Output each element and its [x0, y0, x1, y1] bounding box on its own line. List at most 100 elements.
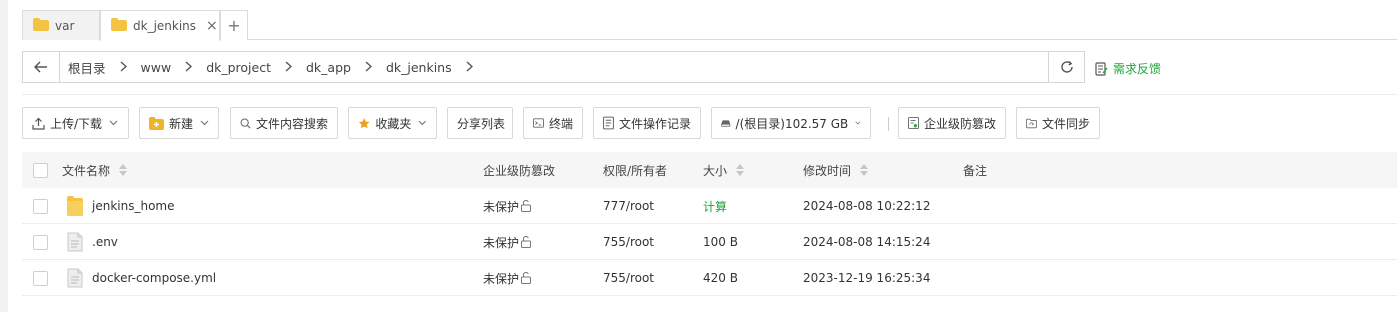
row-checkbox[interactable]: [33, 260, 48, 296]
header-label: 文件名称: [62, 163, 111, 178]
back-button[interactable]: [23, 52, 60, 82]
chevron-right-icon: [185, 60, 193, 75]
header-size[interactable]: 大小: [703, 152, 745, 188]
refresh-button[interactable]: [1048, 52, 1084, 82]
breadcrumb-item[interactable]: dk_jenkins: [386, 60, 452, 75]
table-row[interactable]: .env 未保护 755/root 100 B 2024-08-08 14:15…: [22, 224, 1397, 260]
table-row[interactable]: jenkins_home 未保护 777/root 计算 2024-08-08 …: [22, 188, 1397, 224]
add-tab-button[interactable]: +: [220, 10, 248, 40]
close-tab-icon[interactable]: ×: [206, 18, 218, 34]
chevron-down-icon: [200, 120, 209, 126]
modified-time: 2024-08-08 10:22:12: [803, 199, 931, 213]
shield-doc-icon: [908, 117, 919, 129]
edit-note-icon: [1095, 61, 1108, 76]
unlock-icon: [521, 272, 532, 284]
toolbar-divider: [888, 117, 889, 131]
header-tamper: 企业级防篡改: [483, 152, 555, 188]
header-modified[interactable]: 修改时间: [803, 152, 869, 188]
header-label: 备注: [963, 163, 988, 178]
log-icon: [603, 116, 614, 130]
breadcrumb: 根目录 www dk_project dk_app dk_jenkins: [60, 58, 1048, 77]
chevron-right-icon: [285, 60, 293, 75]
refresh-icon: [1060, 60, 1073, 73]
select-all-checkbox[interactable]: [33, 152, 48, 188]
terminal-button[interactable]: 终端: [523, 107, 583, 139]
tamper-status[interactable]: 未保护: [483, 188, 532, 224]
tab-var[interactable]: var: [22, 10, 100, 40]
new-button[interactable]: 新建: [139, 107, 219, 139]
chevron-right-icon: [365, 60, 372, 75]
header-permission: 权限/所有者: [603, 152, 667, 188]
modified-time: 2023-12-19 16:25:34: [803, 271, 931, 285]
sort-icon: [119, 164, 128, 176]
file-icon: [67, 224, 83, 260]
chevron-down-icon: [418, 120, 427, 126]
breadcrumb-item[interactable]: 根目录: [68, 58, 106, 77]
chevron-right-icon: [466, 60, 473, 75]
row-checkbox[interactable]: [33, 188, 48, 224]
breadcrumb-item[interactable]: dk_project: [206, 60, 271, 75]
tab-label: var: [55, 18, 75, 33]
breadcrumb-item[interactable]: www: [141, 60, 172, 75]
button-label: 企业级防篡改: [923, 116, 996, 131]
tab-label: dk_jenkins: [133, 19, 197, 33]
star-icon: [358, 117, 370, 128]
button-label: 收藏夹: [375, 116, 412, 131]
file-size: 100 B: [703, 235, 738, 249]
terminal-icon: [533, 118, 544, 128]
unlock-icon: [521, 236, 532, 248]
button-label: 上传/下载: [50, 116, 103, 131]
permission[interactable]: 755/root: [603, 260, 654, 296]
share-list-button[interactable]: 分享列表: [447, 107, 513, 139]
file-name[interactable]: jenkins_home: [92, 188, 174, 224]
file-sync-button[interactable]: 文件同步: [1016, 107, 1100, 139]
table-header: 文件名称 企业级防篡改 权限/所有者 大小 修改时间 备注: [22, 152, 1397, 188]
sort-icon: [860, 164, 869, 176]
header-name[interactable]: 文件名称: [62, 152, 128, 188]
file-name[interactable]: docker-compose.yml: [92, 260, 216, 296]
file-name[interactable]: .env: [92, 224, 118, 260]
address-bar: 根目录 www dk_project dk_app dk_jenkins: [22, 51, 1085, 83]
table-row[interactable]: docker-compose.yml 未保护 755/root 420 B 20…: [22, 260, 1397, 296]
file-content-search-button[interactable]: 文件内容搜索: [230, 107, 338, 139]
button-label: 分享列表: [457, 116, 506, 131]
arrow-left-icon: [34, 61, 47, 73]
disk-icon: [721, 119, 731, 127]
button-label: 文件内容搜索: [255, 116, 328, 131]
favorites-button[interactable]: 收藏夹: [348, 107, 437, 139]
calculate-size-link[interactable]: 计算: [703, 188, 727, 224]
modified-time: 2024-08-08 14:15:24: [803, 235, 931, 249]
feedback-label: 需求反馈: [1113, 62, 1162, 76]
unlock-icon: [521, 200, 532, 212]
sort-icon: [736, 164, 745, 176]
permission[interactable]: 755/root: [603, 224, 654, 260]
header-label: 权限/所有者: [603, 163, 668, 178]
tab-dk-jenkins[interactable]: dk_jenkins ×: [100, 10, 220, 41]
button-label: 终端: [548, 116, 573, 131]
feedback-link[interactable]: 需求反馈: [1095, 60, 1161, 77]
button-label: 文件同步: [1041, 116, 1090, 131]
folder-icon: [33, 17, 49, 34]
folder-sync-icon: [1026, 118, 1037, 128]
button-label: 文件操作记录: [618, 116, 691, 131]
tamper-status[interactable]: 未保护: [483, 224, 532, 260]
breadcrumb-item[interactable]: dk_app: [306, 60, 351, 75]
upload-icon: [32, 117, 45, 130]
folder-icon: [66, 188, 84, 224]
button-label: /(根目录)102.57 GB: [735, 116, 849, 131]
divider: [22, 94, 1397, 95]
folder-icon: [111, 18, 127, 34]
chevron-down-icon: [109, 120, 118, 126]
tab-bar: var dk_jenkins × +: [22, 10, 1397, 41]
chevron-right-icon: [120, 60, 127, 75]
button-label: 新建: [168, 116, 193, 131]
tamper-status[interactable]: 未保护: [483, 260, 532, 296]
header-label: 修改时间: [803, 163, 852, 178]
disk-select-button[interactable]: /(根目录)102.57 GB: [711, 107, 871, 139]
permission[interactable]: 777/root: [603, 188, 654, 224]
file-icon: [67, 260, 83, 296]
file-operation-log-button[interactable]: 文件操作记录: [593, 107, 701, 139]
row-checkbox[interactable]: [33, 224, 48, 260]
upload-download-button[interactable]: 上传/下载: [22, 107, 129, 139]
tamper-protection-button[interactable]: 企业级防篡改: [898, 107, 1006, 139]
